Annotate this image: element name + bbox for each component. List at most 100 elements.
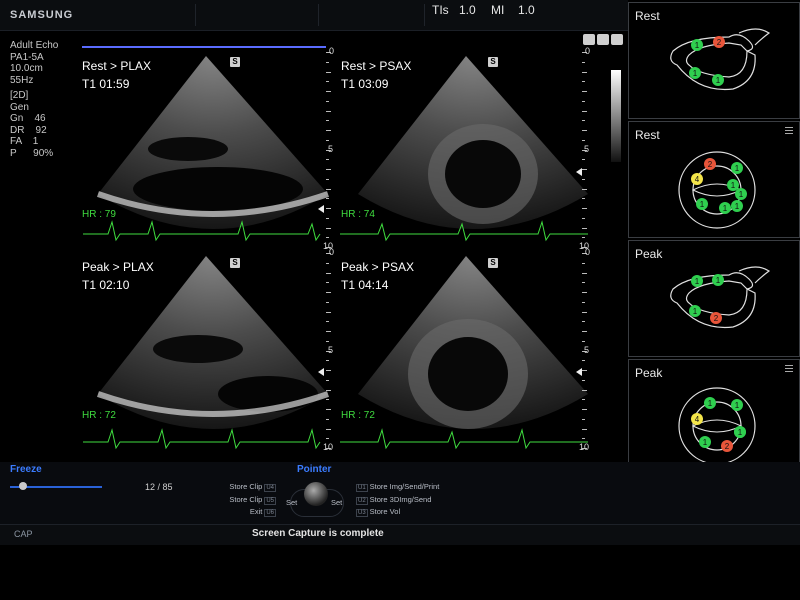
ruler-tick (326, 292, 331, 293)
ruler-tick (326, 130, 331, 131)
store-key-row[interactable]: Store Clip U4 (228, 482, 278, 495)
view-title: Rest > PLAX (82, 59, 152, 73)
ruler-tick (582, 198, 585, 200)
ruler-tick (326, 272, 331, 274)
ruler-tick (582, 370, 587, 371)
ruler-tick (582, 208, 587, 209)
focus-marker[interactable] (318, 368, 324, 376)
store-key-row[interactable]: Exit U6 (228, 507, 278, 520)
key-action-label: Exit (249, 507, 263, 516)
quad-peak-psax-label: Peak > PSAX T1 04:14 (341, 258, 414, 294)
s-badge[interactable]: S (230, 57, 240, 67)
cap-label: CAP (14, 529, 33, 539)
cine-slider-thumb[interactable] (18, 482, 27, 490)
store-key-row[interactable]: U2 Store 3DImg/Send (354, 495, 474, 508)
ruler-label: 5 (328, 344, 334, 355)
segment-score-value: 1 (739, 190, 744, 199)
user-key-badge: U1 (356, 484, 368, 492)
control-bar: Freeze 12 / 85 Pointer Store Clip U4 Store… (0, 462, 800, 524)
ecg-trace (340, 428, 588, 450)
ruler-tick (582, 301, 585, 303)
ruler-tick (582, 282, 585, 284)
ecg-trace (83, 428, 321, 450)
ruler-tick (582, 120, 585, 122)
ruler-tick (582, 379, 585, 381)
ruler-label: 5 (584, 143, 590, 154)
user-key-badge: U2 (356, 496, 368, 505)
segment-score-value: 1 (700, 200, 705, 209)
ruler-tick (326, 428, 331, 430)
frame-counter: 12 / 85 (145, 482, 173, 492)
set-left-label[interactable]: Set (286, 498, 297, 507)
plax-diagram: 1 1 1 2 (670, 266, 771, 329)
plax-diagram: 1 2 1 1 (670, 28, 771, 91)
set-right-label[interactable]: Set (331, 498, 342, 507)
focus-marker[interactable] (318, 205, 324, 213)
segment-score-value: 1 (693, 69, 698, 78)
ruler-tick (326, 91, 331, 92)
ruler-tick (326, 389, 331, 391)
freeze-label[interactable]: Freeze (10, 464, 42, 475)
ruler-label: 5 (328, 143, 334, 154)
heart-rate: HR : 72 (341, 410, 375, 421)
segment-score-value: 1 (695, 277, 700, 286)
ruler-tick (326, 61, 329, 63)
view-title: Peak > PLAX (82, 260, 154, 274)
top-bar: SAMSUNG TIs 1.0 MI 1.0 (0, 0, 628, 31)
user-key-badge: U4 (264, 484, 276, 492)
view-title: Rest > PSAX (341, 59, 412, 73)
trackball-area[interactable]: Set Set (286, 479, 345, 519)
segment-score-value: 1 (716, 76, 721, 85)
depth-ruler: 0 5 10 (579, 46, 594, 251)
user-key-badge: U6 (264, 509, 276, 517)
ruler-tick (582, 227, 587, 229)
status-message: Screen Capture is complete (252, 528, 384, 539)
mi-value: 1.0 (518, 3, 535, 17)
store-key-row[interactable]: Store Clip U5 (228, 495, 278, 508)
user-key-badge: U5 (264, 496, 276, 505)
ruler-tick (582, 389, 587, 391)
score-panel-peak-psax[interactable]: Peak 1141112 (628, 359, 800, 477)
ruler-tick (582, 91, 587, 92)
trackball-icon[interactable] (304, 482, 328, 506)
ruler-tick (326, 159, 329, 161)
s-badge[interactable]: S (488, 57, 498, 67)
ruler-tick (326, 370, 331, 371)
segment-score-value: 2 (708, 160, 713, 169)
segment-score-value: 1 (716, 276, 721, 285)
ruler-tick (326, 120, 329, 122)
store-key-row[interactable]: U3 Store Vol (354, 507, 474, 520)
imaging-parameters: Adult Echo PA1-5A 10.0cm 55Hz [2D] Gen Gn 46 DR… (10, 40, 58, 159)
ruler-tick (326, 198, 329, 200)
quad-rest-psax-label: Rest > PSAX T1 03:09 (341, 57, 411, 93)
score-panel-peak-plax[interactable]: Peak 1112 (628, 240, 800, 357)
focus-marker[interactable] (576, 368, 582, 376)
segment-score-value: 1 (731, 181, 736, 190)
ruler-tick (582, 217, 585, 219)
ruler-tick (326, 282, 329, 284)
ruler-tick (326, 71, 331, 73)
ruler-label: 10 (323, 442, 334, 452)
segment-score-value: 4 (695, 415, 700, 424)
s-badge[interactable]: S (230, 258, 240, 268)
score-panel-rest-plax[interactable]: Rest 1211 (628, 2, 800, 119)
ruler-tick (582, 237, 585, 239)
store-key-row[interactable]: U1 Store Img/Send/Print (354, 482, 474, 495)
ruler-tick (582, 130, 587, 131)
psax-diagram: 121411 1 1 (678, 151, 756, 229)
score-panel-rest-psax[interactable]: Rest 12141111 (628, 121, 800, 238)
focus-marker[interactable] (576, 168, 582, 176)
ruler-tick (582, 178, 585, 180)
s-badge[interactable]: S (488, 258, 498, 268)
pointer-label[interactable]: Pointer (297, 464, 331, 475)
heart-rate: HR : 74 (341, 209, 375, 220)
top-divider (195, 4, 196, 26)
view-time: T1 03:09 (341, 77, 389, 91)
ruler-tick (326, 360, 329, 362)
ruler-tick (326, 321, 329, 323)
ruler-tick (582, 409, 587, 410)
ruler-tick (582, 71, 587, 73)
ruler-tick (582, 61, 585, 63)
ruler-tick (582, 399, 585, 401)
segment-score-value: 1 (703, 438, 708, 447)
